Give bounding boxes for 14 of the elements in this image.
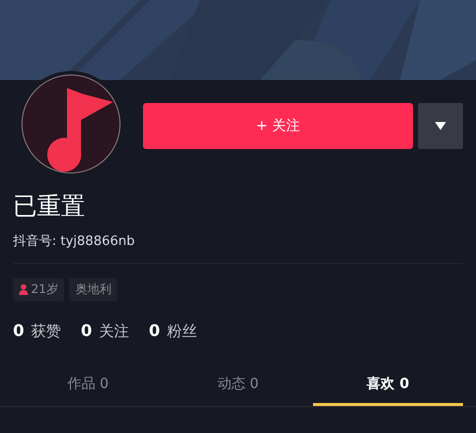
stat-text: 0 获赞 — [13, 321, 61, 341]
tab[interactable]: 动态 0 — [163, 367, 313, 406]
person-icon — [19, 284, 28, 295]
tab[interactable]: 作品 0 — [13, 367, 163, 406]
user-name: 已重置 — [13, 191, 86, 222]
tab[interactable]: 喜欢 0 — [313, 367, 463, 406]
caret-icon — [435, 122, 446, 130]
user-id: 抖音号: tyj88866nb — [13, 233, 136, 250]
tag-label: 奥地利 — [75, 281, 112, 298]
stat-text: 0 关注 — [80, 321, 129, 341]
stat-text: 0 粉丝 — [148, 321, 197, 341]
dropdown-button[interactable] — [418, 103, 463, 149]
tag-label: 21岁 — [31, 281, 58, 298]
follow-button[interactable]: + 关注 — [143, 103, 413, 149]
